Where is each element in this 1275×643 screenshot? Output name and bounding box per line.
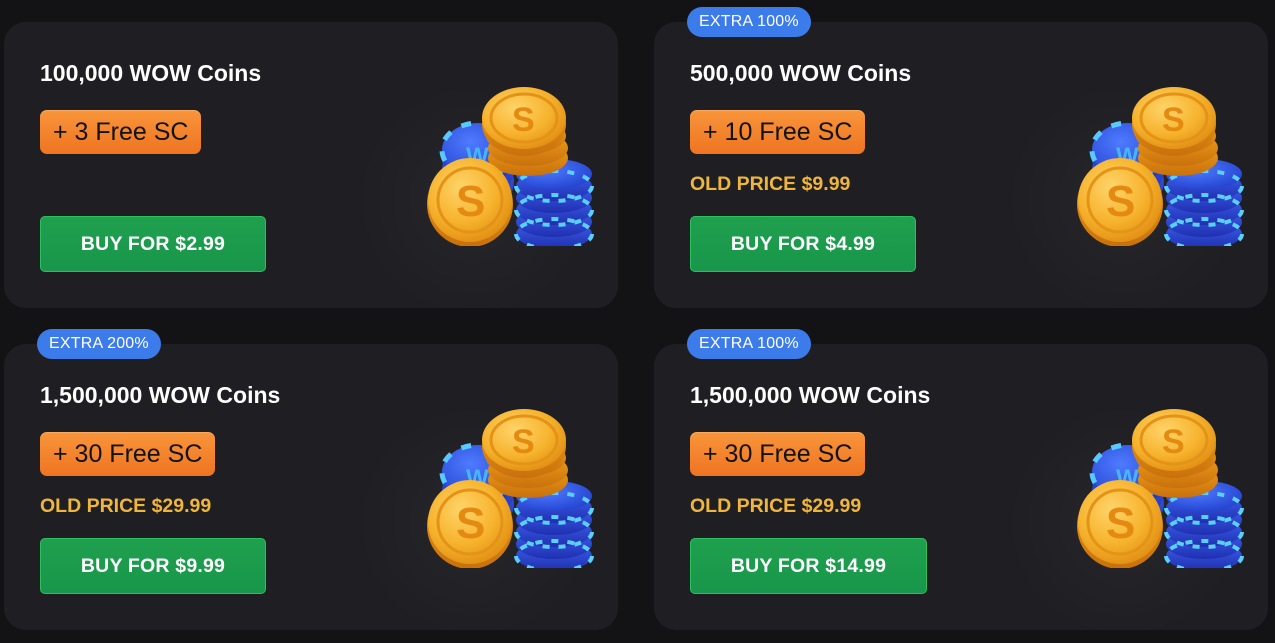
buy-button[interactable]: BUY FOR $2.99 <box>40 216 266 272</box>
buy-button[interactable]: BUY FOR $9.99 <box>40 538 266 594</box>
coins-title: 500,000 WOW Coins <box>690 60 912 86</box>
free-sc-badge: + 10 Free SC <box>690 110 866 154</box>
coin-stack-icon <box>426 86 602 246</box>
old-price: OLD PRICE $29.99 <box>40 495 212 517</box>
old-price: OLD PRICE $9.99 <box>690 173 851 195</box>
free-sc-badge: + 3 Free SC <box>40 110 202 154</box>
coin-stack-icon <box>1076 408 1252 568</box>
coin-package-grid: 100,000 WOW Coins + 3 Free SC BUY FOR $2… <box>0 0 1275 643</box>
coin-stack-icon <box>426 408 602 568</box>
extra-bonus-badge: EXTRA 200% <box>37 329 161 359</box>
extra-bonus-badge: EXTRA 100% <box>687 329 811 359</box>
buy-button[interactable]: BUY FOR $4.99 <box>690 216 916 272</box>
coin-package-card: 100,000 WOW Coins + 3 Free SC BUY FOR $2… <box>4 22 618 320</box>
free-sc-badge: + 30 Free SC <box>40 432 216 476</box>
extra-bonus-badge: EXTRA 100% <box>687 7 811 37</box>
coins-title: 1,500,000 WOW Coins <box>40 382 281 408</box>
free-sc-badge: + 30 Free SC <box>690 432 866 476</box>
old-price: OLD PRICE $29.99 <box>690 495 862 517</box>
coin-package-card: EXTRA 200% 1,500,000 WOW Coins + 30 Free… <box>4 329 618 642</box>
buy-button[interactable]: BUY FOR $14.99 <box>690 538 927 594</box>
coin-package-card: EXTRA 100% 500,000 WOW Coins + 10 Free S… <box>654 7 1268 320</box>
coin-package-card: EXTRA 100% 1,500,000 WOW Coins + 30 Free… <box>654 329 1268 642</box>
coins-title: 1,500,000 WOW Coins <box>690 382 931 408</box>
coins-title: 100,000 WOW Coins <box>40 60 262 86</box>
coin-stack-icon <box>1076 86 1252 246</box>
